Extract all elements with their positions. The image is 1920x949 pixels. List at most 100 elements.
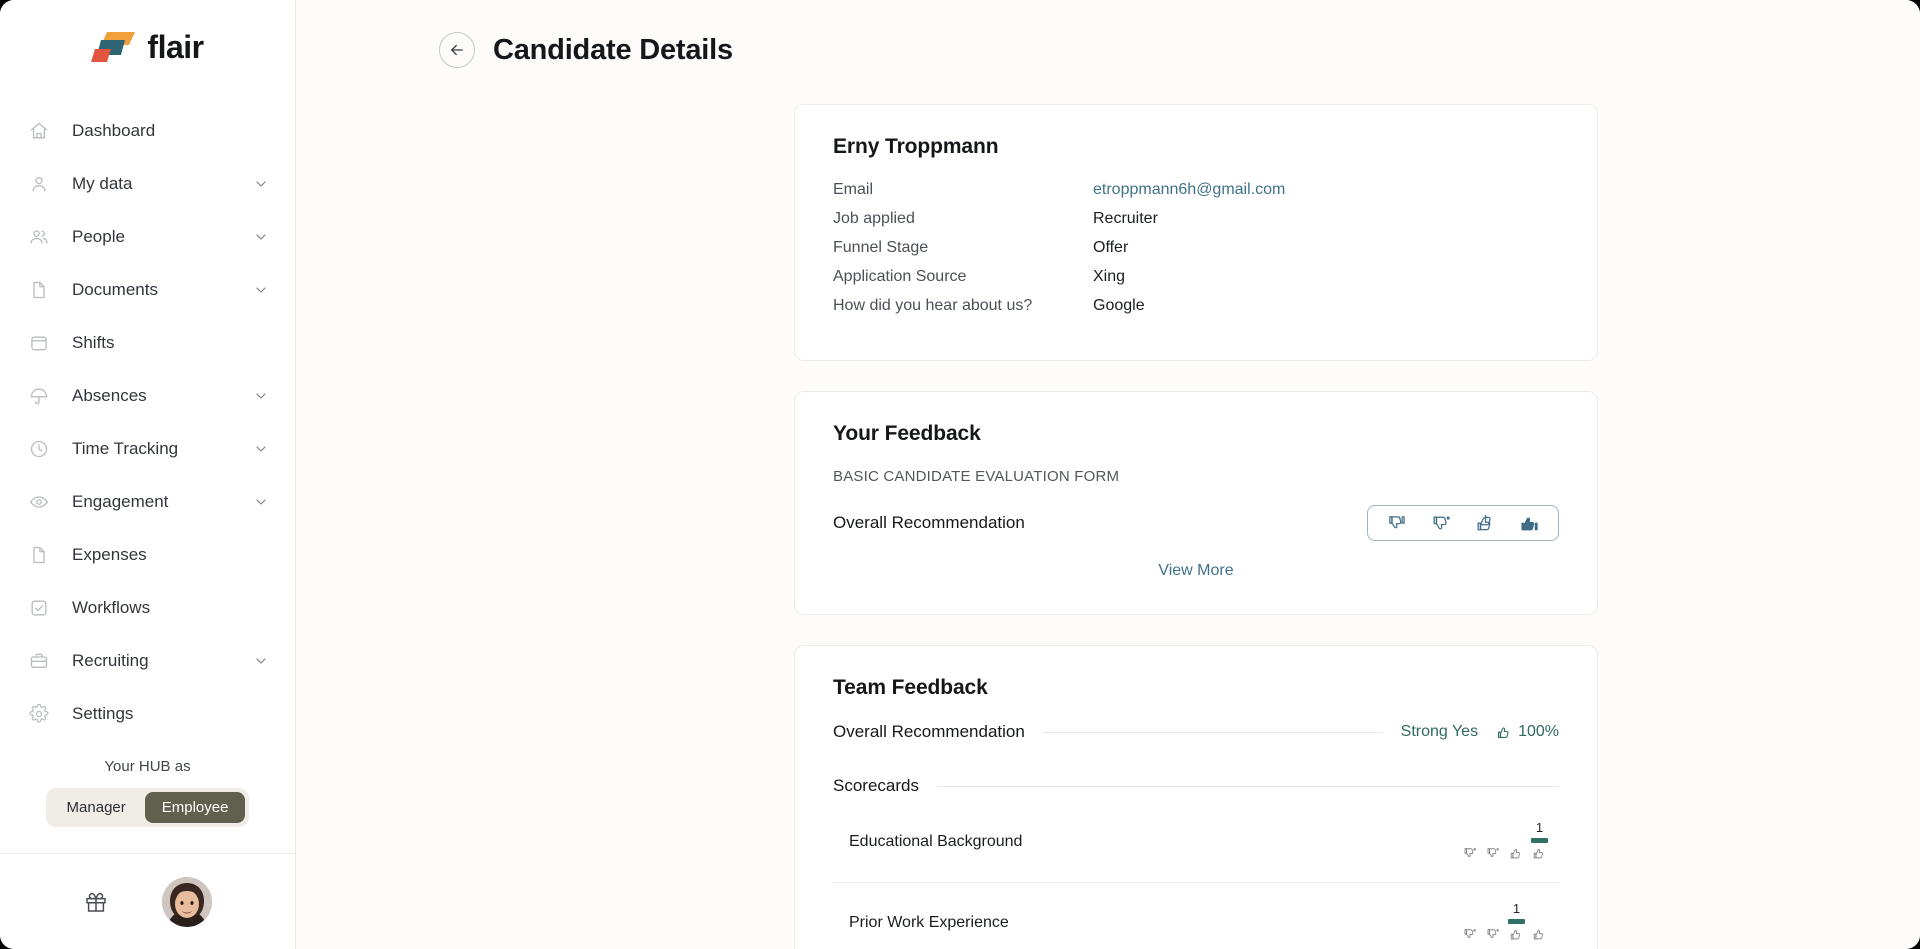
recommendation-rating-group bbox=[1367, 505, 1559, 541]
sidebar-item-workflows[interactable]: Workflows bbox=[0, 581, 295, 634]
hub-option-manager[interactable]: Manager bbox=[50, 792, 143, 823]
main-content: Candidate Details Erny Troppmann Email e… bbox=[296, 0, 1920, 949]
thumbs-down-double-icon bbox=[1463, 927, 1478, 945]
view-more-link[interactable]: View More bbox=[1158, 562, 1233, 579]
sidebar-item-label: My data bbox=[72, 174, 133, 193]
detail-row-application-source: Application Source Xing bbox=[833, 268, 1559, 297]
detail-value: Offer bbox=[1093, 239, 1129, 256]
sidebar: flair Dashboard My data People Documents… bbox=[0, 0, 296, 949]
brand-name: flair bbox=[147, 29, 204, 65]
meter-bar bbox=[1462, 919, 1479, 924]
rating-strong-no-button[interactable] bbox=[1375, 506, 1419, 540]
candidate-email-link[interactable]: etroppmann6h@gmail.com bbox=[1093, 181, 1285, 199]
rating-yes-button[interactable] bbox=[1463, 506, 1507, 540]
sidebar-item-label: Dashboard bbox=[72, 121, 156, 140]
table-row: Educational Background 1 bbox=[833, 802, 1559, 883]
meter-count: 1 bbox=[1535, 820, 1544, 835]
meter-slot-strong-no bbox=[1459, 901, 1482, 945]
meter-bar bbox=[1531, 919, 1548, 924]
gift-icon[interactable] bbox=[84, 890, 108, 914]
detail-row-hear-about-us: How did you hear about us? Google bbox=[833, 297, 1559, 326]
sidebar-item-label: Documents bbox=[72, 280, 158, 299]
thumbs-down-double-icon bbox=[1387, 513, 1408, 534]
candidate-name: Erny Troppmann bbox=[833, 135, 999, 158]
thumbs-up-filled-icon bbox=[1519, 513, 1540, 534]
detail-value: Google bbox=[1093, 297, 1145, 314]
sidebar-item-label: Time Tracking bbox=[72, 439, 179, 458]
sidebar-item-expenses[interactable]: Expenses bbox=[0, 528, 295, 581]
chevron-down-icon[interactable] bbox=[253, 388, 269, 404]
thumbs-up-icon bbox=[1475, 513, 1496, 534]
sidebar-item-recruiting[interactable]: Recruiting bbox=[0, 634, 295, 687]
team-feedback-card: Team Feedback Overall Recommendation Str… bbox=[794, 645, 1598, 949]
hub-title: Your HUB as bbox=[104, 758, 191, 775]
your-feedback-title: Your Feedback bbox=[833, 422, 981, 445]
meter-slot-strong-no bbox=[1459, 820, 1482, 864]
user-icon bbox=[28, 173, 50, 195]
chevron-down-icon[interactable] bbox=[253, 441, 269, 457]
flair-logo-icon bbox=[91, 30, 137, 64]
hub-toggle-group: Manager Employee bbox=[45, 788, 250, 827]
clock-icon bbox=[28, 438, 50, 460]
sidebar-item-dashboard[interactable]: Dashboard bbox=[0, 104, 295, 157]
detail-value: Xing bbox=[1093, 268, 1126, 285]
team-overall-verdict: Strong Yes bbox=[1400, 723, 1479, 740]
calendar-icon bbox=[28, 332, 50, 354]
sidebar-item-label: Recruiting bbox=[72, 651, 149, 670]
home-icon bbox=[28, 120, 50, 142]
document-icon bbox=[28, 544, 50, 566]
rating-no-button[interactable] bbox=[1419, 506, 1463, 540]
thumbs-up-icon bbox=[1496, 724, 1513, 741]
back-button[interactable] bbox=[439, 32, 475, 68]
team-overall-percent: 100% bbox=[1496, 723, 1559, 741]
detail-row-job-applied: Job applied Recruiter bbox=[833, 210, 1559, 239]
rating-strong-yes-button[interactable] bbox=[1507, 506, 1551, 540]
thumbs-down-double-icon bbox=[1463, 846, 1478, 864]
meter-bar bbox=[1508, 919, 1525, 924]
sidebar-item-my-data[interactable]: My data bbox=[0, 157, 295, 210]
chevron-down-icon[interactable] bbox=[253, 653, 269, 669]
view-more-wrap: View More bbox=[833, 562, 1559, 580]
scorecard-meter: 1 bbox=[1459, 820, 1551, 864]
sidebar-item-absences[interactable]: Absences bbox=[0, 369, 295, 422]
detail-row-funnel-stage: Funnel Stage Offer bbox=[833, 239, 1559, 268]
avatar[interactable] bbox=[161, 876, 212, 927]
thumbs-up-icon bbox=[1509, 846, 1524, 864]
sidebar-item-label: Shifts bbox=[72, 333, 115, 352]
thumbs-up-double-icon bbox=[1532, 846, 1547, 864]
meter-bar bbox=[1508, 838, 1525, 843]
brand-logo[interactable]: flair bbox=[0, 0, 295, 88]
checkbox-icon bbox=[28, 597, 50, 619]
team-overall-label: Overall Recommendation bbox=[833, 722, 1025, 741]
sidebar-item-engagement[interactable]: Engagement bbox=[0, 475, 295, 528]
detail-label: Job applied bbox=[833, 210, 915, 227]
sidebar-item-settings[interactable]: Settings bbox=[0, 687, 295, 740]
thumbs-down-icon bbox=[1486, 846, 1501, 864]
sidebar-item-label: Expenses bbox=[72, 545, 147, 564]
thumbs-up-icon bbox=[1509, 927, 1524, 945]
sidebar-item-shifts[interactable]: Shifts bbox=[0, 316, 295, 369]
thumbs-up-double-icon bbox=[1532, 927, 1547, 945]
chevron-down-icon[interactable] bbox=[253, 176, 269, 192]
chevron-down-icon[interactable] bbox=[253, 229, 269, 245]
your-feedback-card: Your Feedback BASIC CANDIDATE EVALUATION… bbox=[794, 391, 1598, 615]
sidebar-item-label: Absences bbox=[72, 386, 147, 405]
sidebar-item-documents[interactable]: Documents bbox=[0, 263, 295, 316]
meter-slot-strong-yes: 1 bbox=[1528, 820, 1551, 864]
scorecard-name: Prior Work Experience bbox=[849, 914, 1009, 931]
team-overall-recommendation-row: Overall Recommendation Strong Yes 100% bbox=[833, 722, 1559, 742]
meter-bar bbox=[1485, 919, 1502, 924]
chevron-down-icon[interactable] bbox=[253, 282, 269, 298]
hub-option-employee[interactable]: Employee bbox=[144, 792, 246, 823]
sidebar-item-people[interactable]: People bbox=[0, 210, 295, 263]
sidebar-item-time-tracking[interactable]: Time Tracking bbox=[0, 422, 295, 475]
scorecard-name: Educational Background bbox=[849, 833, 1023, 850]
team-overall-percent-value: 100% bbox=[1518, 723, 1559, 740]
chevron-down-icon[interactable] bbox=[253, 494, 269, 510]
eye-icon bbox=[28, 491, 50, 513]
detail-value: Recruiter bbox=[1093, 210, 1158, 227]
detail-label: Email bbox=[833, 181, 874, 198]
people-icon bbox=[28, 226, 50, 248]
candidate-info-card: Erny Troppmann Email etroppmann6h@gmail.… bbox=[794, 104, 1598, 361]
meter-slot-no bbox=[1482, 820, 1505, 864]
